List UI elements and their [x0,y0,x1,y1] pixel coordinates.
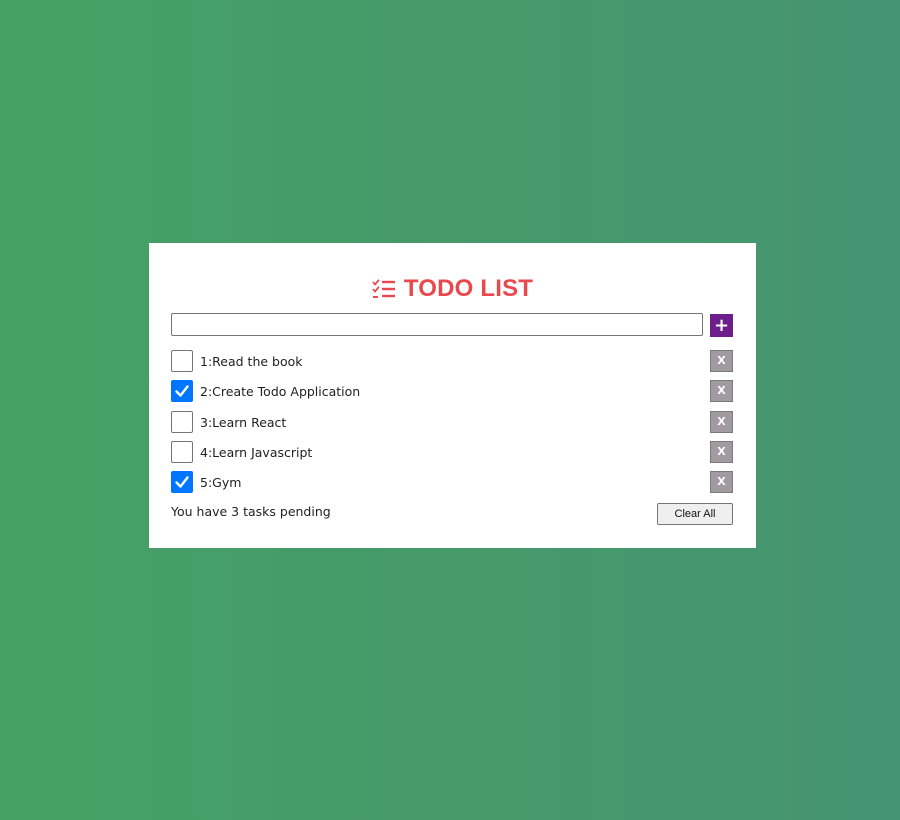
clear-all-button[interactable]: Clear All [657,503,733,525]
task-item: 4:Learn Javascript X [171,440,734,471]
delete-task-button[interactable]: X [710,440,733,463]
delete-task-button[interactable]: X [710,471,733,494]
page-title: TODO LIST [403,275,534,302]
todo-card: TODO LIST + 1:Read the book X 2:Create T… [149,243,756,548]
delete-task-button[interactable]: X [710,350,733,372]
task-checkbox[interactable] [171,380,193,403]
add-task-button[interactable]: + [710,314,733,337]
task-label: 3:Learn React [200,414,287,430]
task-item: 3:Learn React X [171,410,734,441]
task-label: 1:Read the book [200,354,303,369]
task-label: 2:Create Todo Application [200,384,361,400]
task-item: 5:Gym X [171,471,734,501]
add-task-form: + [171,313,734,337]
task-label: 5:Gym [200,475,242,491]
task-checkbox[interactable] [171,350,193,372]
delete-task-button[interactable]: X [710,380,733,403]
task-item: 2:Create Todo Application X [171,380,734,410]
checklist-icon [372,279,396,299]
task-checkbox[interactable] [171,410,193,433]
delete-task-button[interactable]: X [710,410,733,433]
app-header: TODO LIST [149,275,756,303]
task-item: 1:Read the book X [171,350,734,380]
task-checkbox[interactable] [171,440,193,463]
task-input[interactable] [171,313,703,336]
task-checkbox[interactable] [171,471,193,494]
task-list: 1:Read the book X 2:Create Todo Applicat… [171,350,734,501]
task-label: 4:Learn Javascript [200,444,313,460]
pending-count-text: You have 3 tasks pending [171,504,331,519]
